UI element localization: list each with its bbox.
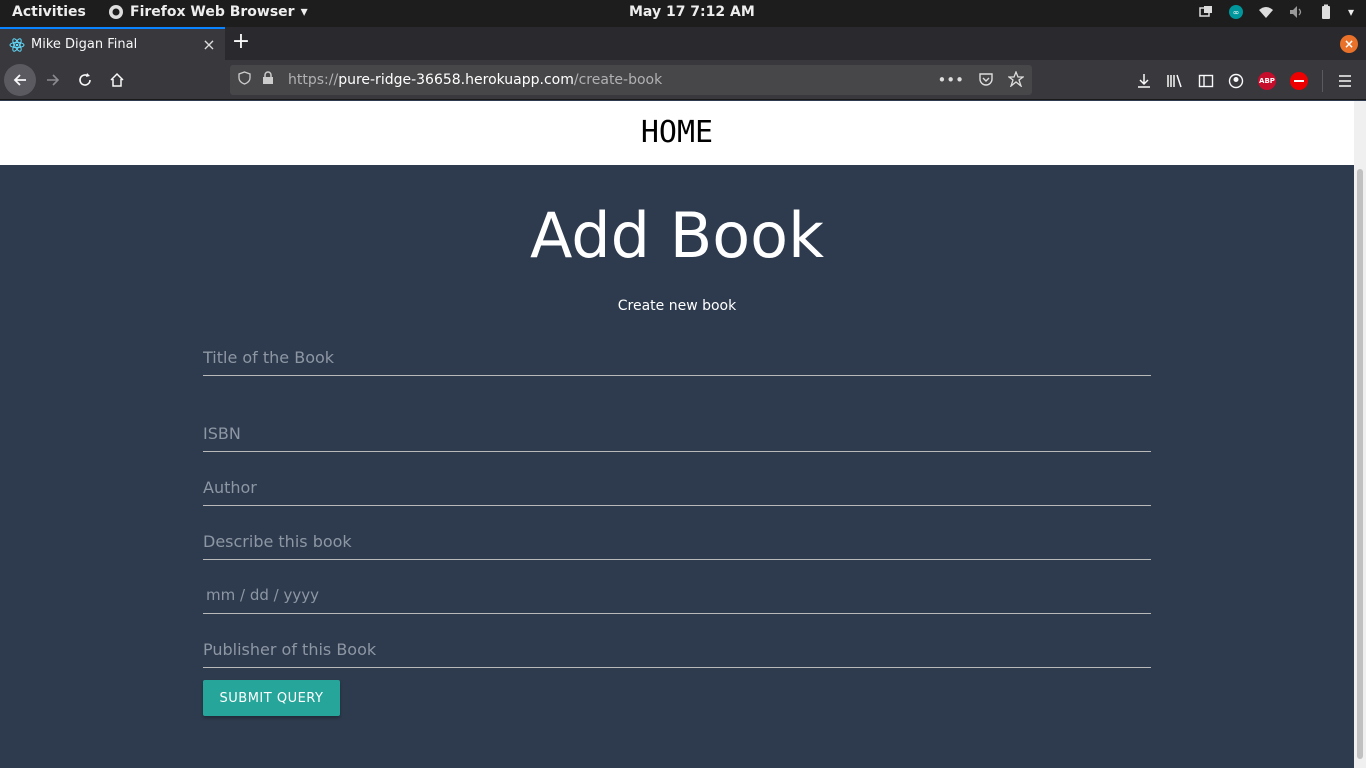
clock[interactable]: May 17 7:12 AM [629,4,755,20]
volume-icon[interactable] [1288,4,1304,20]
url-path: /create-book [573,72,663,88]
download-icon[interactable] [1136,73,1152,89]
tab-active[interactable]: Mike Digan Final × [0,27,225,60]
activities-button[interactable]: Activities [12,4,86,20]
url-bar[interactable]: https://pure-ridge-36658.herokuapp.com/c… [230,65,1032,95]
home-link[interactable]: HOME [0,115,1354,150]
back-button[interactable] [4,64,36,96]
author-input[interactable] [203,470,1151,506]
chevron-down-icon: ▾ [300,4,308,20]
system-top-bar: Activities Firefox Web Browser ▾ May 17 … [0,0,1366,27]
scrollbar-thumb[interactable] [1357,169,1363,759]
arrow-left-icon [13,74,26,86]
url-text[interactable]: https://pure-ridge-36658.herokuapp.com/c… [288,72,937,88]
block-extension-icon[interactable] [1290,72,1308,90]
tab-strip: Mike Digan Final × + × [0,27,1366,60]
isbn-input[interactable] [203,416,1151,452]
forward-button[interactable] [37,64,69,96]
hamburger-menu-icon[interactable] [1337,73,1353,89]
page-content: HOME Add Book Create new book mm / dd / … [0,101,1366,768]
publisher-input[interactable] [203,632,1151,668]
page-subtitle: Create new book [617,298,737,314]
url-scheme: https:// [288,72,339,88]
svg-text:∞: ∞ [1233,8,1240,17]
account-icon[interactable] [1228,73,1244,89]
page-actions-icon[interactable]: ••• [937,71,964,89]
battery-icon[interactable] [1318,4,1334,20]
arrow-right-icon [47,74,60,86]
reload-icon [79,73,91,86]
tab-close-icon[interactable]: × [199,35,219,54]
window-close-button[interactable]: × [1340,35,1358,53]
system-tray[interactable]: ∞ ▾ [1198,4,1354,20]
published-date-input[interactable] [203,578,1151,614]
arduino-icon[interactable]: ∞ [1228,4,1244,20]
toolbar-right: ABP [1136,70,1353,92]
book-title-input[interactable] [203,340,1151,376]
app-menu-label: Firefox Web Browser [130,4,295,20]
pocket-icon[interactable] [978,71,994,87]
firefox-icon [109,5,123,19]
wifi-icon[interactable] [1258,4,1274,20]
new-tab-button[interactable]: + [230,31,252,55]
home-icon [110,72,124,87]
adblock-plus-icon[interactable]: ABP [1258,72,1276,90]
chevron-down-icon[interactable]: ▾ [1348,5,1354,19]
app-menu[interactable]: Firefox Web Browser ▾ [108,4,308,20]
library-icon[interactable] [1166,73,1184,89]
tracking-protection-icon[interactable] [238,71,254,89]
react-icon [9,37,25,52]
reload-button[interactable] [69,64,101,96]
home-button[interactable] [101,64,133,96]
toolbar-separator [1322,70,1323,92]
lock-icon[interactable] [262,71,278,89]
window-switcher-icon[interactable] [1198,4,1214,20]
page-title: Add Book [529,199,825,272]
site-header: HOME [0,101,1354,165]
tab-title: Mike Digan Final [31,37,138,52]
description-input[interactable] [203,524,1151,560]
navigation-toolbar: https://pure-ridge-36658.herokuapp.com/c… [0,60,1366,100]
sidebar-icon[interactable] [1198,73,1214,89]
bookmark-star-icon[interactable] [1008,71,1024,87]
url-host: pure-ridge-36658.herokuapp.com [338,72,574,88]
submit-button[interactable]: SUBMIT QUERY [203,680,340,716]
